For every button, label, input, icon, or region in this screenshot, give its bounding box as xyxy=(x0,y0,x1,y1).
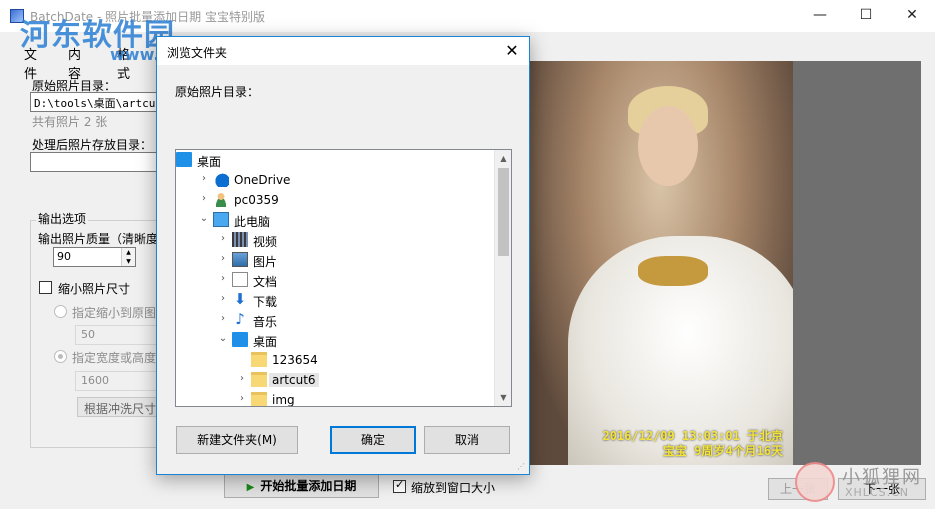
photo-head-shape xyxy=(638,106,698,186)
maximize-button[interactable]: ☐ xyxy=(843,0,889,30)
fit-window-checkbox[interactable] xyxy=(393,478,406,493)
expand-chevron-icon[interactable]: › xyxy=(199,193,209,204)
cloud-icon xyxy=(213,172,229,187)
new-folder-button[interactable]: 新建文件夹(M) xyxy=(176,426,298,454)
ok-button[interactable]: 确定 xyxy=(330,426,416,454)
dialog-title-bar: 浏览文件夹 ✕ xyxy=(157,37,529,65)
documents-icon xyxy=(232,272,248,287)
photo-preview: 2016/12/09 13:03:01 于北京 宝宝 9周岁4个月16天 xyxy=(528,61,921,465)
dialog-close-icon[interactable]: ✕ xyxy=(495,37,529,65)
quality-stepper[interactable]: 90 ▲ ▼ xyxy=(53,247,136,267)
tree-item[interactable]: › 视频 xyxy=(176,230,494,250)
tree-item-label: 音乐 xyxy=(253,315,278,329)
pictures-icon xyxy=(232,252,248,267)
tree-item[interactable]: › ♪ 音乐 xyxy=(176,310,494,330)
tree-item-label: 图片 xyxy=(253,255,278,269)
user-icon xyxy=(213,192,229,207)
tree-item[interactable]: ⌄ 桌面 xyxy=(176,330,494,350)
play-icon: ▶ xyxy=(246,482,255,493)
desktop-icon xyxy=(232,332,248,347)
tree-item-label: 下载 xyxy=(253,295,278,309)
tree-item-label: 桌面 xyxy=(253,335,278,349)
expand-chevron-icon[interactable]: › xyxy=(199,173,209,184)
expand-chevron-icon[interactable]: › xyxy=(218,313,228,324)
tree-item[interactable]: › ⬇ 下载 xyxy=(176,290,494,310)
quality-spin-arrows-icon[interactable]: ▲ ▼ xyxy=(121,248,135,266)
dialog-prompt: 原始照片目录： xyxy=(175,85,260,99)
expand-chevron-icon[interactable]: › xyxy=(218,293,228,304)
ratio-radio[interactable] xyxy=(54,305,67,318)
folder-icon xyxy=(251,372,267,387)
shrink-label: 缩小照片尺寸 xyxy=(58,282,131,296)
tree-item[interactable]: ⌄ 此电脑 xyxy=(176,210,494,230)
scroll-down-icon[interactable]: ▼ xyxy=(495,389,511,406)
folder-tree[interactable]: › img › artcut6 123654 ⌄ 桌面 › ♪ 音乐 › ⬇ 下载 › 文档 › 图片 › 视频 ⌄ 此… xyxy=(175,149,512,407)
scroll-thumb[interactable] xyxy=(498,168,509,256)
tree-item-label: pc0359 xyxy=(234,193,279,207)
tree-item[interactable]: › pc0359 xyxy=(176,190,494,210)
video-icon xyxy=(232,232,248,247)
ratio-combo[interactable]: 50 xyxy=(75,325,160,345)
output-options-title: 输出选项 xyxy=(36,210,89,227)
folder-icon xyxy=(251,392,267,406)
expand-chevron-icon[interactable]: › xyxy=(237,393,247,404)
fox-watermark-sub: XHLCS.CN xyxy=(845,486,910,499)
expand-chevron-icon[interactable]: › xyxy=(218,233,228,244)
browse-folder-dialog: 浏览文件夹 ✕ 原始照片目录： › img › artcut6 123654 ⌄ 桌面 › ♪ 音… xyxy=(156,36,530,475)
tree-item-label: 视频 xyxy=(253,235,278,249)
expand-chevron-icon[interactable]: › xyxy=(218,273,228,284)
expand-chevron-icon[interactable]: › xyxy=(218,253,228,264)
desktop-icon xyxy=(176,152,192,167)
quality-value: 90 xyxy=(57,250,71,263)
expand-chevron-icon[interactable]: › xyxy=(237,373,247,384)
music-icon: ♪ xyxy=(235,310,245,328)
tree-item[interactable]: › artcut6 xyxy=(176,370,494,390)
computer-icon xyxy=(213,212,229,227)
quality-label: 输出照片质量（清晰度 xyxy=(38,232,159,246)
size-label: 指定宽度或高度的 xyxy=(72,351,169,365)
tree-item-label: OneDrive xyxy=(234,173,291,187)
date-stamp-line2: 宝宝 9周岁4个月16天 xyxy=(662,444,783,458)
tree-scrollbar[interactable]: ▲ ▼ xyxy=(494,150,511,406)
start-batch-button[interactable]: ▶ 开始批量添加日期 xyxy=(224,474,379,498)
tree-item[interactable]: › 图片 xyxy=(176,250,494,270)
close-button[interactable]: ✕ xyxy=(889,0,935,30)
tree-item-label: artcut6 xyxy=(269,373,319,387)
tree-item[interactable]: › 文档 xyxy=(176,270,494,290)
tree-item[interactable]: 123654 xyxy=(176,350,494,370)
print-size-button[interactable]: 根据冲洗尺寸 xyxy=(77,397,160,417)
size-radio[interactable] xyxy=(54,350,67,363)
collapse-chevron-icon[interactable]: ⌄ xyxy=(199,213,209,224)
tree-item-label: 桌面 xyxy=(197,155,222,169)
tree-item-label: img xyxy=(272,393,295,407)
photo-count-text: 共有照片 2 张 xyxy=(32,115,108,129)
fox-watermark-icon xyxy=(795,462,835,502)
folder-icon xyxy=(251,352,267,367)
start-batch-label: 开始批量添加日期 xyxy=(260,479,357,493)
tree-item[interactable]: › OneDrive xyxy=(176,170,494,190)
tree-item[interactable]: 桌面 xyxy=(176,150,494,170)
ratio-label: 指定缩小到原图的 xyxy=(72,306,169,320)
tree-item-label: 此电脑 xyxy=(234,215,271,229)
scroll-up-icon[interactable]: ▲ xyxy=(495,150,511,167)
preview-photo: 2016/12/09 13:03:01 于北京 宝宝 9周岁4个月16天 xyxy=(528,61,793,465)
minimize-button[interactable]: — xyxy=(797,0,843,30)
dialog-title: 浏览文件夹 xyxy=(167,46,228,60)
tree-item-label: 文档 xyxy=(253,275,278,289)
output-folder-field[interactable] xyxy=(30,152,160,172)
collapse-chevron-icon[interactable]: ⌄ xyxy=(218,333,228,344)
shrink-checkbox[interactable] xyxy=(39,281,52,294)
size-combo[interactable]: 1600 xyxy=(75,371,160,391)
source-folder-field[interactable]: D:\tools\桌面\artcut6 xyxy=(30,92,160,112)
download-icon: ⬇ xyxy=(233,290,247,308)
output-folder-label: 处理后照片存放目录： xyxy=(32,138,153,152)
tree-item-label: 123654 xyxy=(272,353,318,367)
resize-grip-icon[interactable]: ⋰ xyxy=(517,462,527,472)
fit-window-label: 缩放到窗口大小 xyxy=(411,481,496,495)
photo-bow-shape xyxy=(638,256,708,286)
cancel-button[interactable]: 取消 xyxy=(424,426,510,454)
tree-item[interactable]: › img xyxy=(176,390,494,407)
